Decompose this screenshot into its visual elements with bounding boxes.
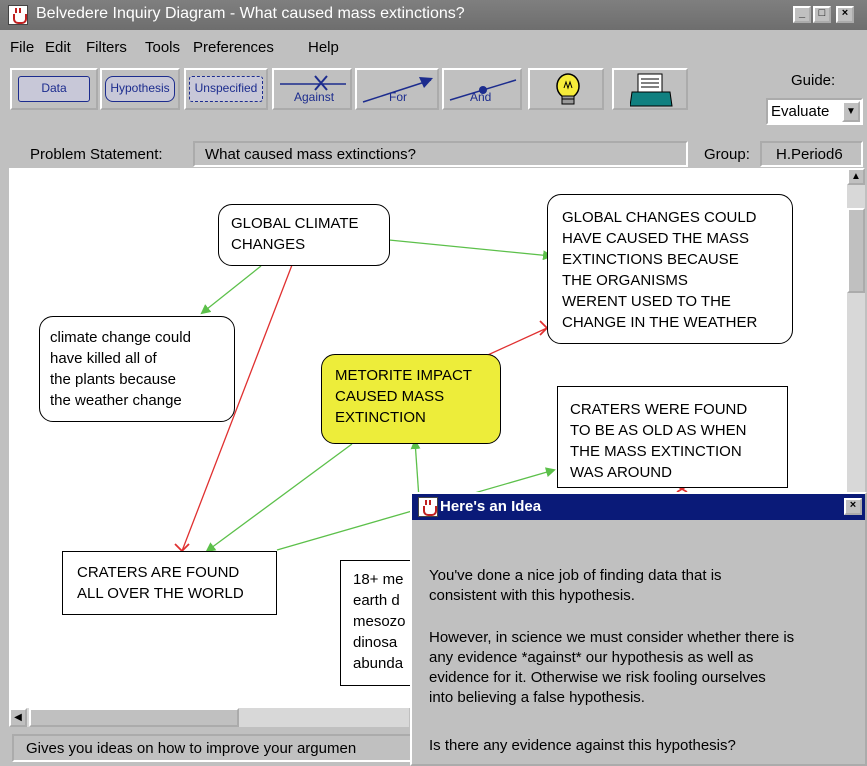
and-tool-button[interactable]: And [442, 68, 522, 110]
status-text: Gives you ideas on how to improve your a… [26, 740, 357, 757]
maximize-button[interactable]: □ [813, 6, 831, 23]
horizontal-scrollbar[interactable]: ◀ [9, 708, 409, 727]
chevron-down-icon[interactable]: ▼ [842, 101, 860, 122]
vertical-scroll-thumb[interactable] [847, 208, 865, 293]
status-bar: Gives you ideas on how to improve your a… [12, 734, 422, 762]
for-link[interactable] [388, 239, 553, 261]
data-node-craters-world[interactable]: CRATERS ARE FOUND ALL OVER THE WORLD [62, 551, 277, 615]
dialog-title-bar[interactable]: Here's an Idea × [412, 494, 865, 520]
window-title-bar[interactable]: Belvedere Inquiry Diagram - What caused … [0, 0, 867, 30]
menu-tools[interactable]: Tools [145, 39, 180, 56]
menu-filters[interactable]: Filters [86, 39, 127, 56]
menu-preferences[interactable]: Preferences [193, 39, 274, 56]
group-value: H.Period6 [776, 146, 843, 163]
hypothesis-node-global-climate[interactable]: GLOBAL CLIMATE CHANGES [218, 204, 390, 266]
dialog-paragraph: However, in science we must consider whe… [429, 629, 795, 706]
unspecified-tool-button[interactable]: Unspecified [184, 68, 268, 110]
dialog-paragraph: You've done a nice job of finding data t… [429, 567, 722, 604]
menu-bar: File Edit Filters Tools Preferences Help [0, 34, 867, 60]
data-tool-label: Data [18, 76, 90, 102]
report-button[interactable] [612, 68, 688, 110]
problem-statement-label: Problem Statement: [30, 146, 163, 163]
problem-statement-field[interactable]: What caused mass extinctions? [193, 141, 688, 167]
against-tool-label: Against [294, 90, 335, 104]
guide-select-value: Evaluate [771, 103, 830, 120]
against-link[interactable] [478, 320, 555, 360]
for-tool-label: For [389, 90, 407, 104]
against-link-icon [280, 75, 346, 91]
close-button[interactable]: × [836, 6, 854, 23]
for-link[interactable] [200, 265, 262, 315]
horizontal-scroll-thumb[interactable] [29, 708, 239, 727]
hypothesis-node-climate-plants[interactable]: climate change could have killed all of … [39, 316, 235, 422]
problem-statement-value: What caused mass extinctions? [205, 146, 416, 163]
for-tool-button[interactable]: For [355, 68, 439, 110]
idea-dialog: Here's an Idea × You've done a nice job … [410, 492, 867, 766]
hypothesis-node-global-changes[interactable]: GLOBAL CHANGES COULD HAVE CAUSED THE MAS… [547, 194, 793, 344]
hypothesis-tool-label: Hypothesis [105, 76, 175, 102]
scroll-up-arrow-icon[interactable]: ▲ [847, 168, 865, 185]
hypothesis-node-meteorite[interactable]: METORITE IMPACT CAUSED MASS EXTINCTION [321, 354, 501, 444]
document-tray-icon [630, 73, 673, 107]
dialog-close-button[interactable]: × [844, 498, 862, 515]
dialog-title: Here's an Idea [440, 498, 542, 515]
java-cup-icon [418, 497, 438, 517]
menu-help[interactable]: Help [308, 39, 339, 56]
unspecified-tool-label: Unspecified [189, 76, 263, 102]
lightbulb-icon [556, 73, 580, 105]
dialog-question: Is there any evidence against this hypot… [429, 737, 736, 754]
menu-file[interactable]: File [10, 39, 34, 56]
minimize-button[interactable]: _ [793, 6, 811, 23]
data-tool-button[interactable]: Data [10, 68, 98, 110]
and-tool-label: And [470, 90, 492, 104]
window-title: Belvedere Inquiry Diagram - What caused … [36, 5, 465, 22]
idea-button[interactable] [528, 68, 604, 110]
menu-edit[interactable]: Edit [45, 39, 71, 56]
data-node-craters-old[interactable]: CRATERS WERE FOUND TO BE AS OLD AS WHEN … [557, 386, 788, 488]
against-tool-button[interactable]: Against [272, 68, 352, 110]
guide-select[interactable]: Evaluate ▼ [766, 98, 863, 125]
group-label: Group: [704, 146, 750, 163]
guide-label: Guide: [791, 72, 836, 89]
scroll-left-arrow-icon[interactable]: ◀ [9, 708, 27, 727]
group-field: H.Period6 [760, 141, 863, 167]
hypothesis-tool-button[interactable]: Hypothesis [100, 68, 180, 110]
java-cup-icon [8, 5, 28, 25]
